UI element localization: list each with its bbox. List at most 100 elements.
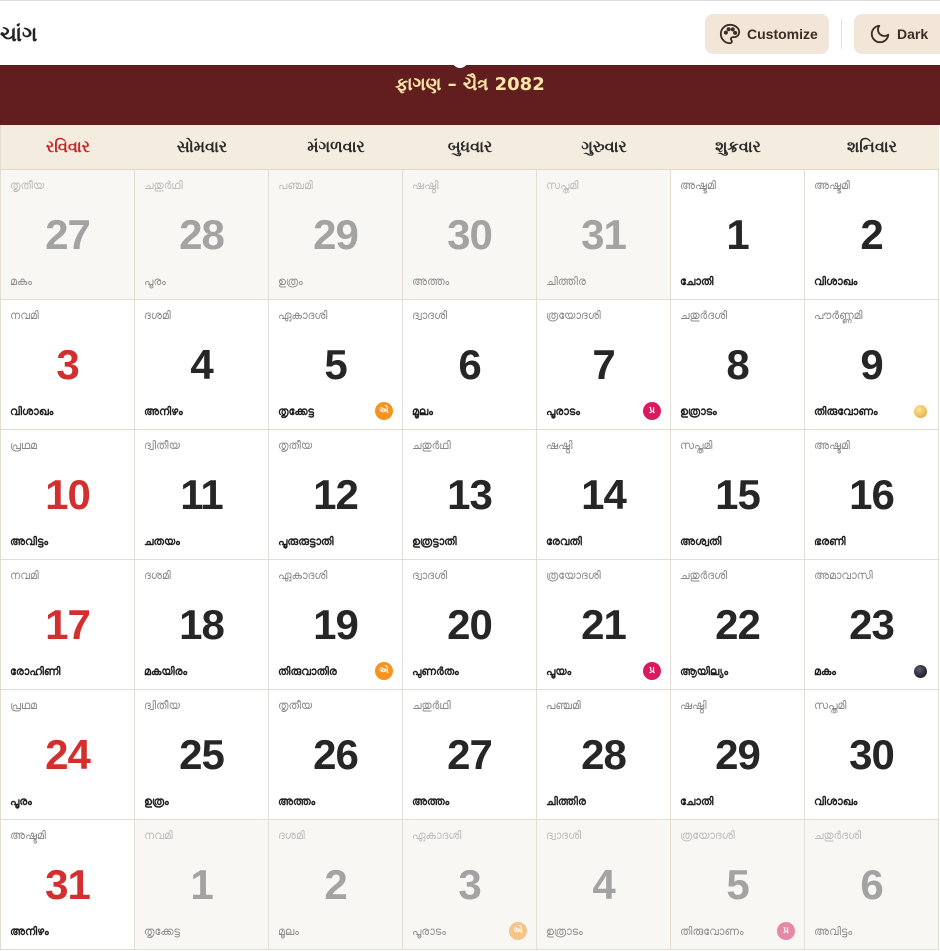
day-cell[interactable]: ത്രയോദശി 7 പൂരാടം પ્ર xyxy=(537,300,671,430)
day-cell[interactable]: ത്രയോദശി 5 തിരുവോണം પ્ર xyxy=(671,820,805,950)
day-cell[interactable]: തൃതീയ 27 മകം xyxy=(1,170,135,300)
day-cell[interactable]: ത്രയോദശി 21 പൂയം પ્ર xyxy=(537,560,671,690)
day-cell[interactable]: പഞ്ചമി 29 ഉത്രം xyxy=(269,170,403,300)
weekday-label: રવિવાર xyxy=(45,137,91,156)
tithi-label: ഷഷ്ഠി xyxy=(412,179,439,192)
day-cell[interactable]: നവമി 1 തൃക്കേട്ട xyxy=(135,820,269,950)
day-cell[interactable]: ചതുർഥി 28 പൂരം xyxy=(135,170,269,300)
tithi-label: ചതുർഥി xyxy=(412,439,451,452)
day-cell[interactable]: ദ്വാദശി 4 ഉത്രാടം xyxy=(537,820,671,950)
nakshatra-label: അത്തം xyxy=(412,275,450,288)
tithi-label: സപ്തമി xyxy=(814,699,847,712)
day-cell[interactable]: ദ്വാദശി 20 പുണർതം xyxy=(403,560,537,690)
day-cell[interactable]: പ്രഥമ 24 പൂരം xyxy=(1,690,135,820)
day-cell[interactable]: ദ്വിതീയ 25 ഉത്രം xyxy=(135,690,269,820)
nakshatra-label: മൂലം xyxy=(412,405,433,418)
day-cell[interactable]: അഷ്ടമി 2 വിശാഖം xyxy=(805,170,939,300)
day-cell[interactable]: ഷഷ്ഠി 14 രേവതി xyxy=(537,430,671,560)
nakshatra-label: ചിത്തിര xyxy=(546,275,586,288)
day-number: 1 xyxy=(190,861,213,908)
day-cell[interactable]: ദശമി 2 മൂലം xyxy=(269,820,403,950)
day-cell[interactable]: ചതുർഥി 13 ഉത്രട്ടാതി xyxy=(403,430,537,560)
event-badge: એ xyxy=(375,662,393,680)
day-number: 29 xyxy=(313,211,359,258)
day-cell[interactable]: സപ്തമി 30 വിശാഖം xyxy=(805,690,939,820)
day-cell[interactable]: പൗർണ്ണമി 9 തിരുവോണം xyxy=(805,300,939,430)
event-badge: એ xyxy=(375,402,393,420)
nakshatra-label: തിരുവാതിര xyxy=(278,665,337,678)
day-cell[interactable]: ചതുർദശി 6 അവിട്ടം xyxy=(805,820,939,950)
weekday-label: ગુરુવાર xyxy=(581,137,627,156)
tithi-label: ദ്വിതീയ xyxy=(144,439,180,452)
day-number: 6 xyxy=(458,341,481,388)
customize-label: Customize xyxy=(747,26,818,42)
day-cell[interactable]: പ്രഥമ 10 അവിട്ടം xyxy=(1,430,135,560)
customize-button[interactable]: Customize xyxy=(705,14,829,54)
day-cell[interactable]: ഏകാദശി 3 പൂരാടം એ xyxy=(403,820,537,950)
nakshatra-label: അനിഴം xyxy=(10,925,49,938)
day-number: 7 xyxy=(592,341,615,388)
moon-icon xyxy=(869,23,891,45)
tithi-label: ദ്വാദശി xyxy=(412,309,448,322)
day-cell[interactable]: പഞ്ചമി 28 ചിത്തിര xyxy=(537,690,671,820)
tithi-label: പൗർണ്ണമി xyxy=(814,309,863,322)
day-cell[interactable]: അഷ്ടമി 16 ഭരണി xyxy=(805,430,939,560)
day-number: 11 xyxy=(180,471,223,518)
day-number: 30 xyxy=(447,211,493,258)
day-cell[interactable]: നവമി 3 വിശാഖം xyxy=(1,300,135,430)
day-cell[interactable]: ദ്വാദശി 6 മൂലം xyxy=(403,300,537,430)
day-number: 13 xyxy=(447,471,493,518)
nakshatra-label: തൃക്കേട്ട xyxy=(278,405,314,418)
day-cell[interactable]: സപ്തമി 15 അശ്വതി xyxy=(671,430,805,560)
day-cell[interactable]: തൃതീയ 12 പൂരുരുട്ടാതി xyxy=(269,430,403,560)
nakshatra-label: മകയിരം xyxy=(144,665,188,678)
app-title: ચાંગ xyxy=(0,22,38,46)
tithi-label: അഷ്ടമി xyxy=(10,829,46,842)
nakshatra-label: പൂരം xyxy=(10,795,32,808)
day-cell[interactable]: ഷഷ്ഠി 30 അത്തം xyxy=(403,170,537,300)
day-cell[interactable]: നവമി 17 രോഹിണി xyxy=(1,560,135,690)
day-cell[interactable]: ദ്വിതീയ 11 ചതയം xyxy=(135,430,269,560)
nakshatra-label: തിരുവോണം xyxy=(814,405,878,418)
nakshatra-label: വിശാഖം xyxy=(814,275,858,288)
day-cell[interactable]: സപ്തമി 31 ചിത്തിര xyxy=(537,170,671,300)
nakshatra-label: അവിട്ടം xyxy=(10,535,49,548)
tithi-label: ചതുർദശി xyxy=(680,309,728,322)
day-cell[interactable]: ഏകാദശി 19 തിരുവാതിര એ xyxy=(269,560,403,690)
nakshatra-label: തിരുവോണം xyxy=(680,925,744,938)
tithi-label: സപ്തമി xyxy=(680,439,713,452)
day-cell[interactable]: തൃതീയ 26 അത്തം xyxy=(269,690,403,820)
dark-label: Dark xyxy=(897,26,929,42)
day-cell[interactable]: ചതുർദശി 22 ആയില്യം xyxy=(671,560,805,690)
weekday-label: મંગળવાર xyxy=(307,137,365,156)
day-cell[interactable]: ഷഷ്ഠി 29 ചോതി xyxy=(671,690,805,820)
day-cell[interactable]: അമാവാസി 23 മകം xyxy=(805,560,939,690)
day-cell[interactable]: ദശമി 18 മകയിരം xyxy=(135,560,269,690)
day-number: 28 xyxy=(179,211,225,258)
day-number: 9 xyxy=(860,341,883,388)
day-number: 4 xyxy=(190,341,213,388)
day-number: 6 xyxy=(860,861,883,908)
day-cell[interactable]: അഷ്ടമി 31 അനിഴം xyxy=(1,820,135,950)
day-cell[interactable]: അഷ്ടമി 1 ചോതി xyxy=(671,170,805,300)
day-number: 5 xyxy=(324,341,347,388)
day-cell[interactable]: ദശമി 4 അനിഴം xyxy=(135,300,269,430)
day-cell[interactable]: ഏകാദശി 5 തൃക്കേട്ട એ xyxy=(269,300,403,430)
weekday-label: શનિવાર xyxy=(846,137,898,156)
tithi-label: ദ്വിതീയ xyxy=(144,699,180,712)
tithi-label: ഏകാദശി xyxy=(278,309,328,322)
day-number: 20 xyxy=(447,601,493,648)
nakshatra-label: മൂലം xyxy=(278,925,299,938)
nakshatra-label: ഭരണി xyxy=(814,535,846,548)
nakshatra-label: ആയില്യം xyxy=(680,665,729,678)
dark-mode-button[interactable]: Dark xyxy=(854,14,940,54)
day-cell[interactable]: ചതുർദശി 8 ഉത്രാടം xyxy=(671,300,805,430)
day-number: 21 xyxy=(581,601,627,648)
tithi-label: പ്രഥമ xyxy=(10,439,38,452)
nakshatra-label: ഉത്രാടം xyxy=(546,925,583,938)
tithi-label: ദശമി xyxy=(144,309,171,322)
tithi-label: അഷ്ടമി xyxy=(680,179,716,192)
nakshatra-label: പൂരം xyxy=(144,275,166,288)
day-cell[interactable]: ചതുർഥി 27 അത്തം xyxy=(403,690,537,820)
event-badge: પ્ર xyxy=(643,402,661,420)
